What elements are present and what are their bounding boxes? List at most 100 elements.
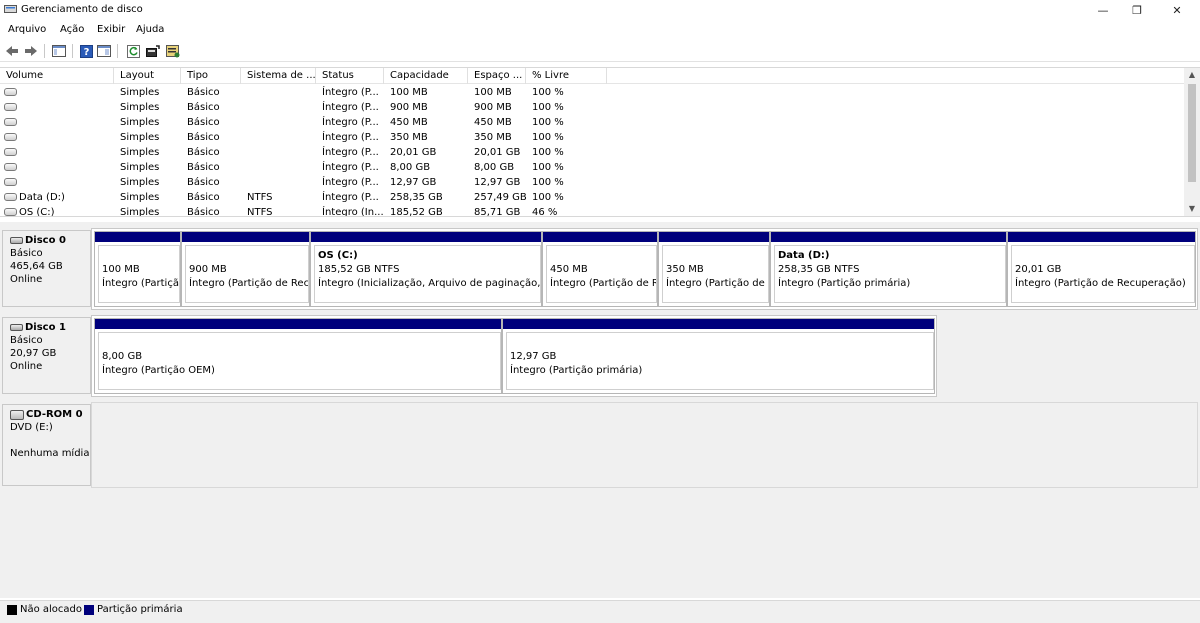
volume-drive-icon [4, 163, 17, 171]
table-row[interactable]: Simples Básico Íntegro (P... 8,00 GB 8,00 GB… [0, 160, 1184, 175]
primary-partition-swatch [84, 605, 94, 615]
partition-primary-disk1[interactable]: 12,97 GB Íntegro (Partição primária) [502, 318, 935, 394]
properties-pane-icon[interactable] [97, 44, 111, 58]
cell-free: 20,01 GB [474, 147, 521, 158]
disk-1-label[interactable]: Disco 1 Básico 20,97 GB Online [2, 317, 91, 394]
scroll-up-icon[interactable]: ▲ [1184, 68, 1200, 82]
disk-size: 20,97 GB [10, 348, 57, 359]
scroll-down-icon[interactable]: ▼ [1184, 202, 1200, 216]
menu-arquivo[interactable]: Arquivo [8, 24, 46, 35]
cell-layout: Simples [120, 207, 160, 217]
legend-bar: Não alocado Partição primária [0, 600, 1200, 623]
partition-size: 258,35 GB NTFS [778, 264, 860, 275]
table-row[interactable]: Simples Básico Íntegro (P... 12,97 GB 12,97 … [0, 175, 1184, 190]
cell-free: 100 MB [474, 87, 512, 98]
cell-status: Íntegro (P... [322, 132, 379, 143]
table-row[interactable]: Simples Básico Íntegro (P... 350 MB 350 MB 10… [0, 130, 1184, 145]
close-button[interactable]: ✕ [1154, 0, 1200, 20]
cell-volume [0, 160, 114, 175]
cdrom-0-label[interactable]: CD-ROM 0 DVD (E:) Nenhuma mídia [2, 404, 91, 486]
cell-status: Íntegro (P... [322, 177, 379, 188]
legend-unallocated: Não alocado [20, 604, 83, 615]
partition-bar [1008, 232, 1195, 242]
cell-status: Íntegro (P... [322, 87, 379, 98]
partition-bar [659, 232, 769, 242]
column-tipo[interactable]: Tipo [181, 68, 241, 84]
partition-recovery-3[interactable]: 350 MB Íntegro (Partição de Recuperação) [658, 231, 770, 307]
table-row[interactable]: Data (D:) Simples Básico NTFS Íntegro (P... 2… [0, 190, 1184, 205]
column-percent-livre[interactable]: % Livre [526, 68, 607, 84]
column-volume[interactable]: Volume [0, 68, 114, 84]
scroll-thumb[interactable] [1188, 84, 1196, 182]
cell-status: Íntegro (P... [322, 117, 379, 128]
partition-data-d[interactable]: Data (D:) 258,35 GB NTFS Íntegro (Partiç… [770, 231, 1007, 307]
help-icon[interactable]: ? [79, 44, 93, 58]
partition-recovery-4[interactable]: 20,01 GB Íntegro (Partição de Recuperaçã… [1007, 231, 1196, 307]
cell-layout: Simples [120, 87, 160, 98]
volume-drive-icon [4, 193, 17, 201]
partition-efi[interactable]: 100 MB Íntegro (Partição do Sistema EFI) [94, 231, 181, 307]
partition-status: Íntegro (Partição de Recuperação) [1015, 278, 1186, 289]
cell-fs [247, 130, 316, 145]
volume-drive-icon [4, 148, 17, 156]
partition-size: 12,97 GB [510, 351, 557, 362]
table-row[interactable]: Simples Básico Íntegro (P... 450 MB 450 MB 10… [0, 115, 1184, 130]
disk-name: Disco 1 [25, 322, 66, 333]
column-espaco-livre[interactable]: Espaço ... [468, 68, 526, 84]
cell-status: Íntegro (In... [322, 207, 384, 217]
toolbar: ? [0, 40, 1200, 62]
menu-acao[interactable]: Ação [60, 24, 84, 35]
disk-management-app-icon [4, 5, 17, 13]
cell-tipo: Básico [187, 162, 220, 173]
cell-status: Íntegro (P... [322, 162, 379, 173]
cell-cap: 12,97 GB [390, 177, 437, 188]
table-row[interactable]: Simples Básico Íntegro (P... 20,01 GB 20,01 … [0, 145, 1184, 160]
disk-0-label[interactable]: Disco 0 Básico 465,64 GB Online [2, 230, 91, 307]
column-layout[interactable]: Layout [114, 68, 181, 84]
column-capacidade[interactable]: Capacidade [384, 68, 468, 84]
partition-status: Íntegro (Partição de Recuperação) [666, 278, 768, 289]
cell-pct: 100 % [532, 177, 564, 188]
column-sistema-de-arquivos[interactable]: Sistema de ... [241, 68, 316, 84]
cell-free: 8,00 GB [474, 162, 515, 173]
toolbar-separator [72, 44, 73, 58]
table-row[interactable]: Simples Básico Íntegro (P... 900 MB 900 MB 10… [0, 100, 1184, 115]
partition-status: Íntegro (Partição de Recuperação) [189, 278, 309, 289]
menu-exibir[interactable]: Exibir [97, 24, 125, 35]
disk-type: Básico [10, 335, 43, 346]
column-status[interactable]: Status [316, 68, 384, 84]
partition-recovery-1[interactable]: 900 MB Íntegro (Partição de Recuperação) [181, 231, 310, 307]
volume-list[interactable]: Volume Layout Tipo Sistema de ... Status… [0, 67, 1200, 217]
disk-settings-icon[interactable] [166, 44, 180, 58]
partition-recovery-2[interactable]: 450 MB Íntegro (Partição de Recuperação) [542, 231, 658, 307]
forward-arrow-icon[interactable] [24, 44, 38, 58]
partition-name: OS (C:) [318, 250, 358, 261]
cell-fs [247, 145, 316, 160]
partition-bar [543, 232, 657, 242]
partition-oem[interactable]: 8,00 GB Íntegro (Partição OEM) [94, 318, 502, 394]
disk-1-partitions: 8,00 GB Íntegro (Partição OEM) 12,97 GB … [91, 315, 937, 397]
cell-fs [247, 115, 316, 130]
refresh-icon[interactable] [126, 44, 140, 58]
partition-status: Íntegro (Inicialização, Arquivo de pagin… [318, 278, 541, 289]
partition-size: 20,01 GB [1015, 264, 1062, 275]
cell-pct: 100 % [532, 87, 564, 98]
table-row[interactable]: Simples Básico Íntegro (P... 100 MB 100 MB 10… [0, 85, 1184, 100]
show-hide-console-tree-icon[interactable] [52, 44, 66, 58]
partition-os-c[interactable]: OS (C:) 185,52 GB NTFS Íntegro (Iniciali… [310, 231, 542, 307]
partition-status: Íntegro (Partição de Recuperação) [550, 278, 656, 289]
menu-ajuda[interactable]: Ajuda [136, 24, 164, 35]
hard-disk-icon [10, 324, 23, 331]
cell-volume [0, 175, 114, 190]
cdrom-name: CD-ROM 0 [26, 409, 83, 420]
list-header: Volume Layout Tipo Sistema de ... Status… [0, 68, 1184, 84]
table-row[interactable]: OS (C:) Simples Básico NTFS Íntegro (In... 18… [0, 205, 1184, 217]
list-vertical-scrollbar[interactable]: ▲ ▼ [1184, 68, 1200, 216]
title-bar: Gerenciamento de disco — ❐ ✕ [0, 0, 1200, 20]
cell-layout: Simples [120, 102, 160, 113]
disk-properties-icon[interactable] [146, 44, 160, 58]
volume-drive-icon [4, 118, 17, 126]
cell-free: 900 MB [474, 102, 512, 113]
back-arrow-icon[interactable] [5, 44, 19, 58]
cell-layout: Simples [120, 162, 160, 173]
